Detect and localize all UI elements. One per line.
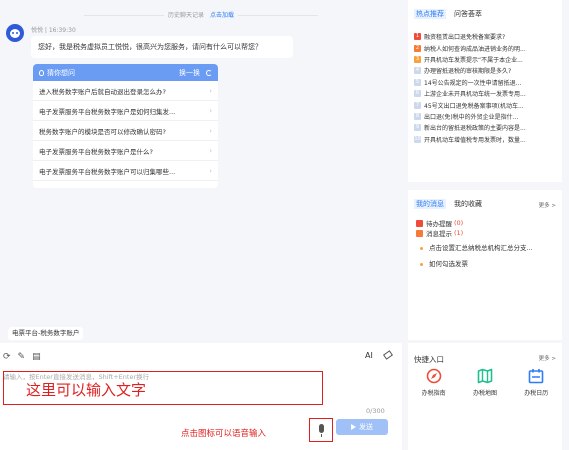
- history-bar: 历史聊天记录 点击加载: [0, 10, 402, 19]
- load-more-link[interactable]: 点击加载: [210, 12, 234, 19]
- side-panel: ▶ 热点推荐 问答荟萃 1融资租赁出口退免税备案要求? 2纳税人如何查询成品油进…: [402, 0, 569, 450]
- tab-my-favorites[interactable]: 我的收藏: [454, 199, 482, 209]
- card-header: 猜你想问 换一换: [33, 64, 218, 81]
- refresh-icon[interactable]: [206, 69, 212, 76]
- map-icon: [477, 368, 493, 384]
- context-pill[interactable]: 电票平台-税务数字账户: [8, 327, 84, 340]
- microphone-icon: [319, 424, 324, 433]
- send-icon: [351, 424, 356, 430]
- message-subitem[interactable]: 如何勾选发票: [420, 258, 468, 268]
- todo-reminder[interactable]: 待办提醒 (0): [416, 218, 463, 228]
- message-subitem[interactable]: 点击设置汇总纳税总机构汇总分支...: [420, 242, 533, 252]
- chevron-right-icon: ›: [209, 126, 212, 135]
- message-notice[interactable]: 消息提示 (1): [416, 228, 463, 238]
- switch-button[interactable]: 换一换: [179, 68, 200, 78]
- calendar-icon: [529, 369, 544, 384]
- chat-area: 历史聊天记录 点击加载 悦悦 | 16:39:30 您好，我是税务虚拟员工悦悦，很…: [0, 0, 402, 450]
- send-button[interactable]: 发送: [336, 419, 388, 435]
- edit-icon[interactable]: ✎: [18, 352, 26, 362]
- hot-item[interactable]: 9 新出台的留抵退税政策的主要内容是...: [414, 122, 558, 133]
- quick-title: 快捷入口: [414, 355, 444, 364]
- chevron-right-icon: ›: [209, 166, 212, 175]
- history-label: 历史聊天记录: [167, 12, 204, 19]
- hot-panel: 热点推荐 问答荟萃 1 融资租赁出口退免税备案要求? 2 纳税人如何查询成品油进销业…: [408, 0, 562, 182]
- chat-app: 历史聊天记录 点击加载 悦悦 | 16:39:30 您好，我是税务虚拟员工悦悦，很…: [0, 0, 569, 450]
- hot-item[interactable]: 7 45号文出口退免税备案事项(机动车...: [414, 99, 558, 110]
- tab-my-messages[interactable]: 我的消息: [414, 199, 446, 209]
- history-icon[interactable]: ▤: [32, 352, 41, 362]
- greeting-message: 您好，我是税务虚拟员工悦悦，很高兴为您服务，请问有什么可以帮您？: [31, 36, 293, 58]
- question-item[interactable]: 进入税务数字账户后就自动退出登录怎么办? ›: [33, 81, 218, 101]
- bell-icon: [416, 219, 423, 227]
- message-editor: ⟳ ✎ ▤ AI 请输入，按Enter直接发送消息，Shift+Enter换行 …: [0, 343, 402, 450]
- hot-item[interactable]: 6 上游企业未开具机动车统一发票专用...: [414, 88, 558, 99]
- tab-qa[interactable]: 问答荟萃: [454, 9, 482, 19]
- hot-item[interactable]: 5 14号公告规定的一次性申请留抵退...: [414, 77, 558, 88]
- lightbulb-icon: [39, 69, 44, 76]
- quick-access-panel: 快捷入口 更多 > 办税指南 办税地图 办税日历: [408, 343, 562, 450]
- tab-hot[interactable]: 热点推荐: [414, 9, 446, 19]
- messages-more-link[interactable]: 更多 >: [539, 201, 556, 209]
- question-item[interactable]: 电子发票服务平台税务数字账户是什么? ›: [33, 141, 218, 161]
- hot-item[interactable]: 4 办理留抵退税的审核期限是多久?: [414, 65, 558, 76]
- card-title: 猜你想问: [47, 68, 75, 77]
- quick-more-link[interactable]: 更多 >: [539, 354, 556, 362]
- input-annotation-text: 这里可以输入文字: [26, 381, 147, 399]
- chevron-right-icon: ›: [209, 146, 212, 155]
- microphone-button[interactable]: [309, 418, 333, 442]
- char-counter: 0/300: [366, 407, 385, 415]
- input-annotation-box: 这里可以输入文字: [3, 371, 323, 405]
- suggested-questions-card: 猜你想问 换一换 进入税务数字账户后就自动退出登录怎么办? › 电子发票服务平台税…: [33, 64, 218, 188]
- voice-hint: 点击图标可以语音输入: [181, 429, 267, 439]
- question-item[interactable]: 电子发票服务平台税务数字账户是如何归集发... ›: [33, 101, 218, 121]
- hot-item[interactable]: 10 开具机动车增值税专用发票时，数量...: [414, 134, 558, 145]
- hot-list: 1 融资租赁出口退免税备案要求? 2 纳税人如何查询成品油进销业务的明... 3 开具…: [414, 31, 558, 145]
- chevron-right-icon: ›: [209, 86, 212, 95]
- tax-guide-entry[interactable]: 办税指南: [411, 368, 456, 397]
- hot-item[interactable]: 8 出口退(免)税中的外贸企业是指什...: [414, 111, 558, 122]
- compass-icon: [426, 368, 441, 384]
- eraser-icon[interactable]: [383, 350, 393, 360]
- refresh-icon[interactable]: ⟳: [3, 352, 11, 362]
- hot-item[interactable]: 2 纳税人如何查询成品油进销业务的明...: [414, 42, 558, 53]
- tax-calendar-entry[interactable]: 办税日历: [514, 368, 559, 397]
- tax-map-entry[interactable]: 办税地图: [462, 368, 507, 397]
- hot-item[interactable]: 1 融资租赁出口退免税备案要求?: [414, 31, 558, 42]
- question-item[interactable]: 税务数字账户的模块是否可以修改确认密码? ›: [33, 121, 218, 141]
- editor-toolbar: ⟳ ✎ ▤: [3, 352, 41, 362]
- hot-item[interactable]: 3 开具机动车发票提示“不属于本企业...: [414, 54, 558, 65]
- chevron-right-icon: ›: [209, 106, 212, 115]
- bot-avatar: [6, 24, 24, 42]
- bot-meta: 悦悦 | 16:39:30: [31, 27, 76, 34]
- messages-panel: 我的消息 我的收藏 更多 > 待办提醒 (0) 消息提示 (1) 点击设置汇总纳税总…: [408, 190, 562, 340]
- question-item[interactable]: 电子发票服务平台税务数字账户可以归集哪些... ›: [33, 161, 218, 181]
- ai-button[interactable]: AI: [365, 351, 373, 360]
- message-icon: [416, 229, 423, 237]
